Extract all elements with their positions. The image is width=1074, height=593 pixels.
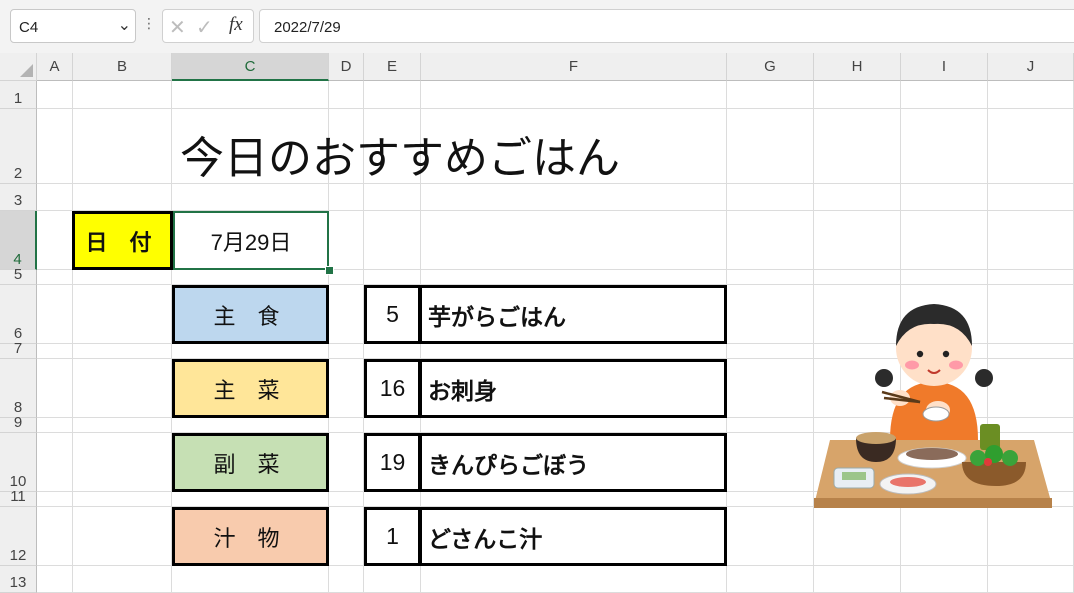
row-header-10[interactable]: 10: [0, 433, 37, 492]
girl-eating-illustration[interactable]: [812, 290, 1052, 510]
number-main: 16: [364, 359, 421, 418]
select-all-button[interactable]: [0, 53, 37, 81]
more-options-icon[interactable]: ⋮: [142, 15, 156, 32]
category-main: 主 菜: [172, 359, 329, 418]
number-side: 19: [364, 433, 421, 492]
category-side: 副 菜: [172, 433, 329, 492]
column-header-g[interactable]: G: [727, 53, 814, 81]
date-label: 日 付: [72, 211, 173, 270]
page-title: 今日のおすすめごはん: [180, 134, 620, 183]
category-staple: 主 食: [172, 285, 329, 344]
number-soup: 1: [364, 507, 421, 566]
dish-staple: 芋がらごはん: [419, 285, 727, 344]
row-header-1[interactable]: 1: [0, 81, 37, 109]
chevron-down-icon[interactable]: ⌄: [118, 15, 131, 35]
column-header-d[interactable]: D: [329, 53, 364, 81]
row-header-9[interactable]: 9: [0, 414, 37, 433]
formula-bar: C4 ⌄ ⋮ ✕ ✓ fx 2022/7/29: [0, 0, 1074, 53]
row-header-13[interactable]: 13: [0, 566, 37, 593]
row-header-6[interactable]: 6: [0, 285, 37, 344]
formula-buttons: ✕ ✓ fx: [162, 9, 254, 43]
grid-line: [72, 81, 73, 593]
column-header-f[interactable]: F: [421, 53, 727, 81]
cancel-icon[interactable]: ✕: [169, 15, 186, 40]
number-staple: 5: [364, 285, 421, 344]
name-box[interactable]: C4 ⌄: [10, 9, 136, 43]
row-header-11[interactable]: 11: [0, 488, 37, 507]
insert-function-icon[interactable]: fx: [229, 14, 243, 36]
column-header-h[interactable]: H: [814, 53, 901, 81]
fill-handle[interactable]: [325, 266, 334, 275]
column-header-a[interactable]: A: [37, 53, 73, 81]
row-header-3[interactable]: 3: [0, 184, 37, 211]
column-header-c[interactable]: C: [172, 53, 329, 81]
grid-line: [37, 108, 1074, 109]
row-header-12[interactable]: 12: [0, 507, 37, 566]
name-box-value: C4: [19, 19, 39, 36]
row-header-8[interactable]: 8: [0, 359, 37, 418]
check-icon[interactable]: ✓: [196, 15, 213, 40]
row-header-5[interactable]: 5: [0, 266, 37, 285]
formula-text: 2022/7/29: [274, 19, 341, 36]
row-header-4[interactable]: 4: [0, 211, 37, 270]
formula-input[interactable]: 2022/7/29: [259, 9, 1074, 43]
column-header-i[interactable]: I: [901, 53, 988, 81]
category-soup: 汁 物: [172, 507, 329, 566]
column-header-e[interactable]: E: [364, 53, 421, 81]
dish-main: お刺身: [419, 359, 727, 418]
dish-side: きんぴらごぼう: [419, 433, 727, 492]
dish-soup: どさんこ汁: [419, 507, 727, 566]
row-header-2[interactable]: 2: [0, 109, 37, 184]
date-value-cell[interactable]: 7月29日: [173, 211, 329, 270]
column-header-b[interactable]: B: [73, 53, 172, 81]
column-header-j[interactable]: J: [988, 53, 1074, 81]
row-header-7[interactable]: 7: [0, 340, 37, 359]
